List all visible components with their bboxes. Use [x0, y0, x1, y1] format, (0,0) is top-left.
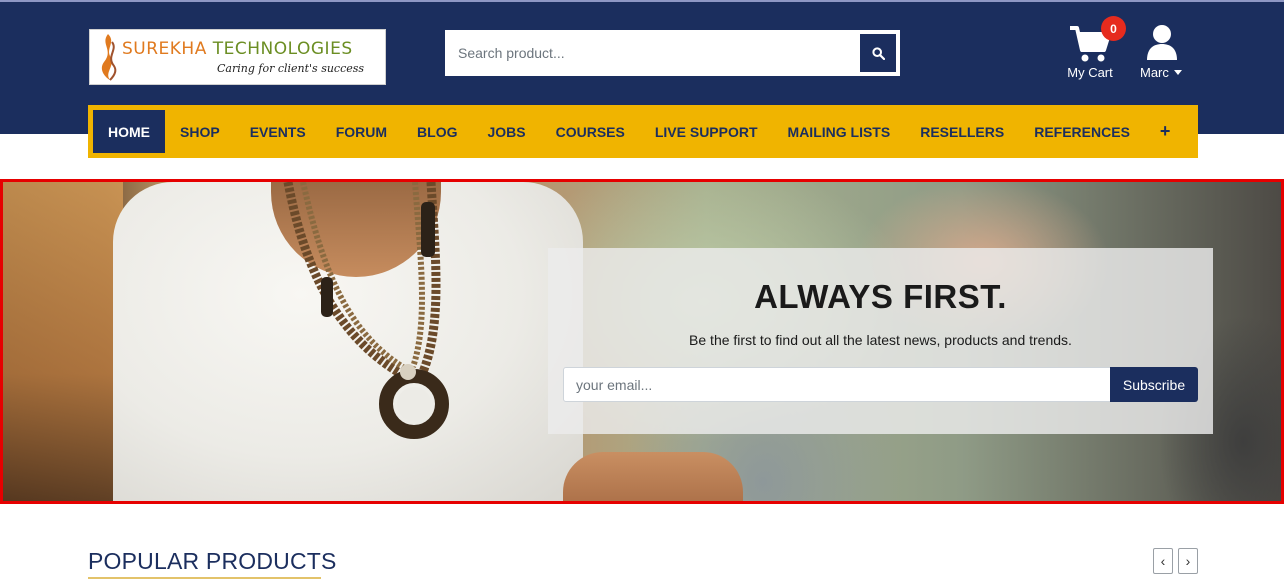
brand-name: SUREKHA TECHNOLOGIES — [122, 39, 353, 59]
user-menu[interactable]: Marc — [1136, 24, 1192, 84]
nav-item-live-support[interactable]: LIVE SUPPORT — [640, 110, 773, 153]
nav-item-courses[interactable]: COURSES — [541, 110, 640, 153]
nav-item-events[interactable]: EVENTS — [235, 110, 321, 153]
cart-link[interactable]: 0 My Cart — [1062, 16, 1126, 84]
logo-flame-icon — [101, 34, 117, 81]
chevron-down-icon — [1173, 70, 1182, 75]
nav-item-forum[interactable]: FORUM — [321, 110, 402, 153]
user-name: Marc — [1140, 65, 1182, 80]
nav-more-plus-icon[interactable]: + — [1145, 110, 1186, 153]
user-icon — [1147, 25, 1177, 60]
hero-image-necklace — [283, 182, 449, 439]
brand-tagline: Caring for client's success — [217, 62, 365, 75]
carousel-prev-button[interactable]: ‹ — [1153, 548, 1173, 574]
nav-item-mailing-lists[interactable]: MAILING LISTS — [773, 110, 906, 153]
search-bar — [445, 30, 900, 76]
newsletter-title: ALWAYS FIRST. — [754, 278, 1007, 315]
brand-logo[interactable]: SUREKHA TECHNOLOGIES Caring for client's… — [89, 29, 386, 85]
nav-item-resellers[interactable]: RESELLERS — [905, 110, 1019, 153]
cart-label: My Cart — [1067, 65, 1113, 80]
popular-products-heading: POPULAR PRODUCTS — [88, 548, 337, 574]
newsletter-subtitle: Be the first to find out all the latest … — [689, 332, 1072, 348]
brand-name-part1: SUREKHA — [122, 39, 213, 59]
nav-item-jobs[interactable]: JOBS — [472, 110, 540, 153]
newsletter-hero-banner: ALWAYS FIRST. Be the first to find out a… — [0, 179, 1284, 504]
nav-item-blog[interactable]: BLOG — [402, 110, 472, 153]
newsletter-box: ALWAYS FIRST. Be the first to find out a… — [548, 248, 1213, 434]
subscribe-button[interactable]: Subscribe — [1110, 367, 1198, 402]
cart-count-badge: 0 — [1101, 16, 1126, 41]
search-icon — [871, 46, 885, 60]
hero-image-hand — [563, 452, 743, 501]
nav-item-shop[interactable]: SHOP — [165, 110, 235, 153]
carousel-next-button[interactable]: › — [1178, 548, 1198, 574]
main-nav: HOME SHOP EVENTS FORUM BLOG JOBS COURSES… — [88, 105, 1198, 158]
brand-name-part2: TECHNOLOGIES — [212, 39, 353, 59]
search-button[interactable] — [858, 32, 898, 74]
user-name-text: Marc — [1140, 65, 1169, 80]
nav-item-references[interactable]: REFERENCES — [1019, 110, 1145, 153]
email-field[interactable] — [563, 367, 1111, 402]
search-input[interactable] — [447, 32, 858, 74]
nav-item-home[interactable]: HOME — [93, 110, 165, 153]
